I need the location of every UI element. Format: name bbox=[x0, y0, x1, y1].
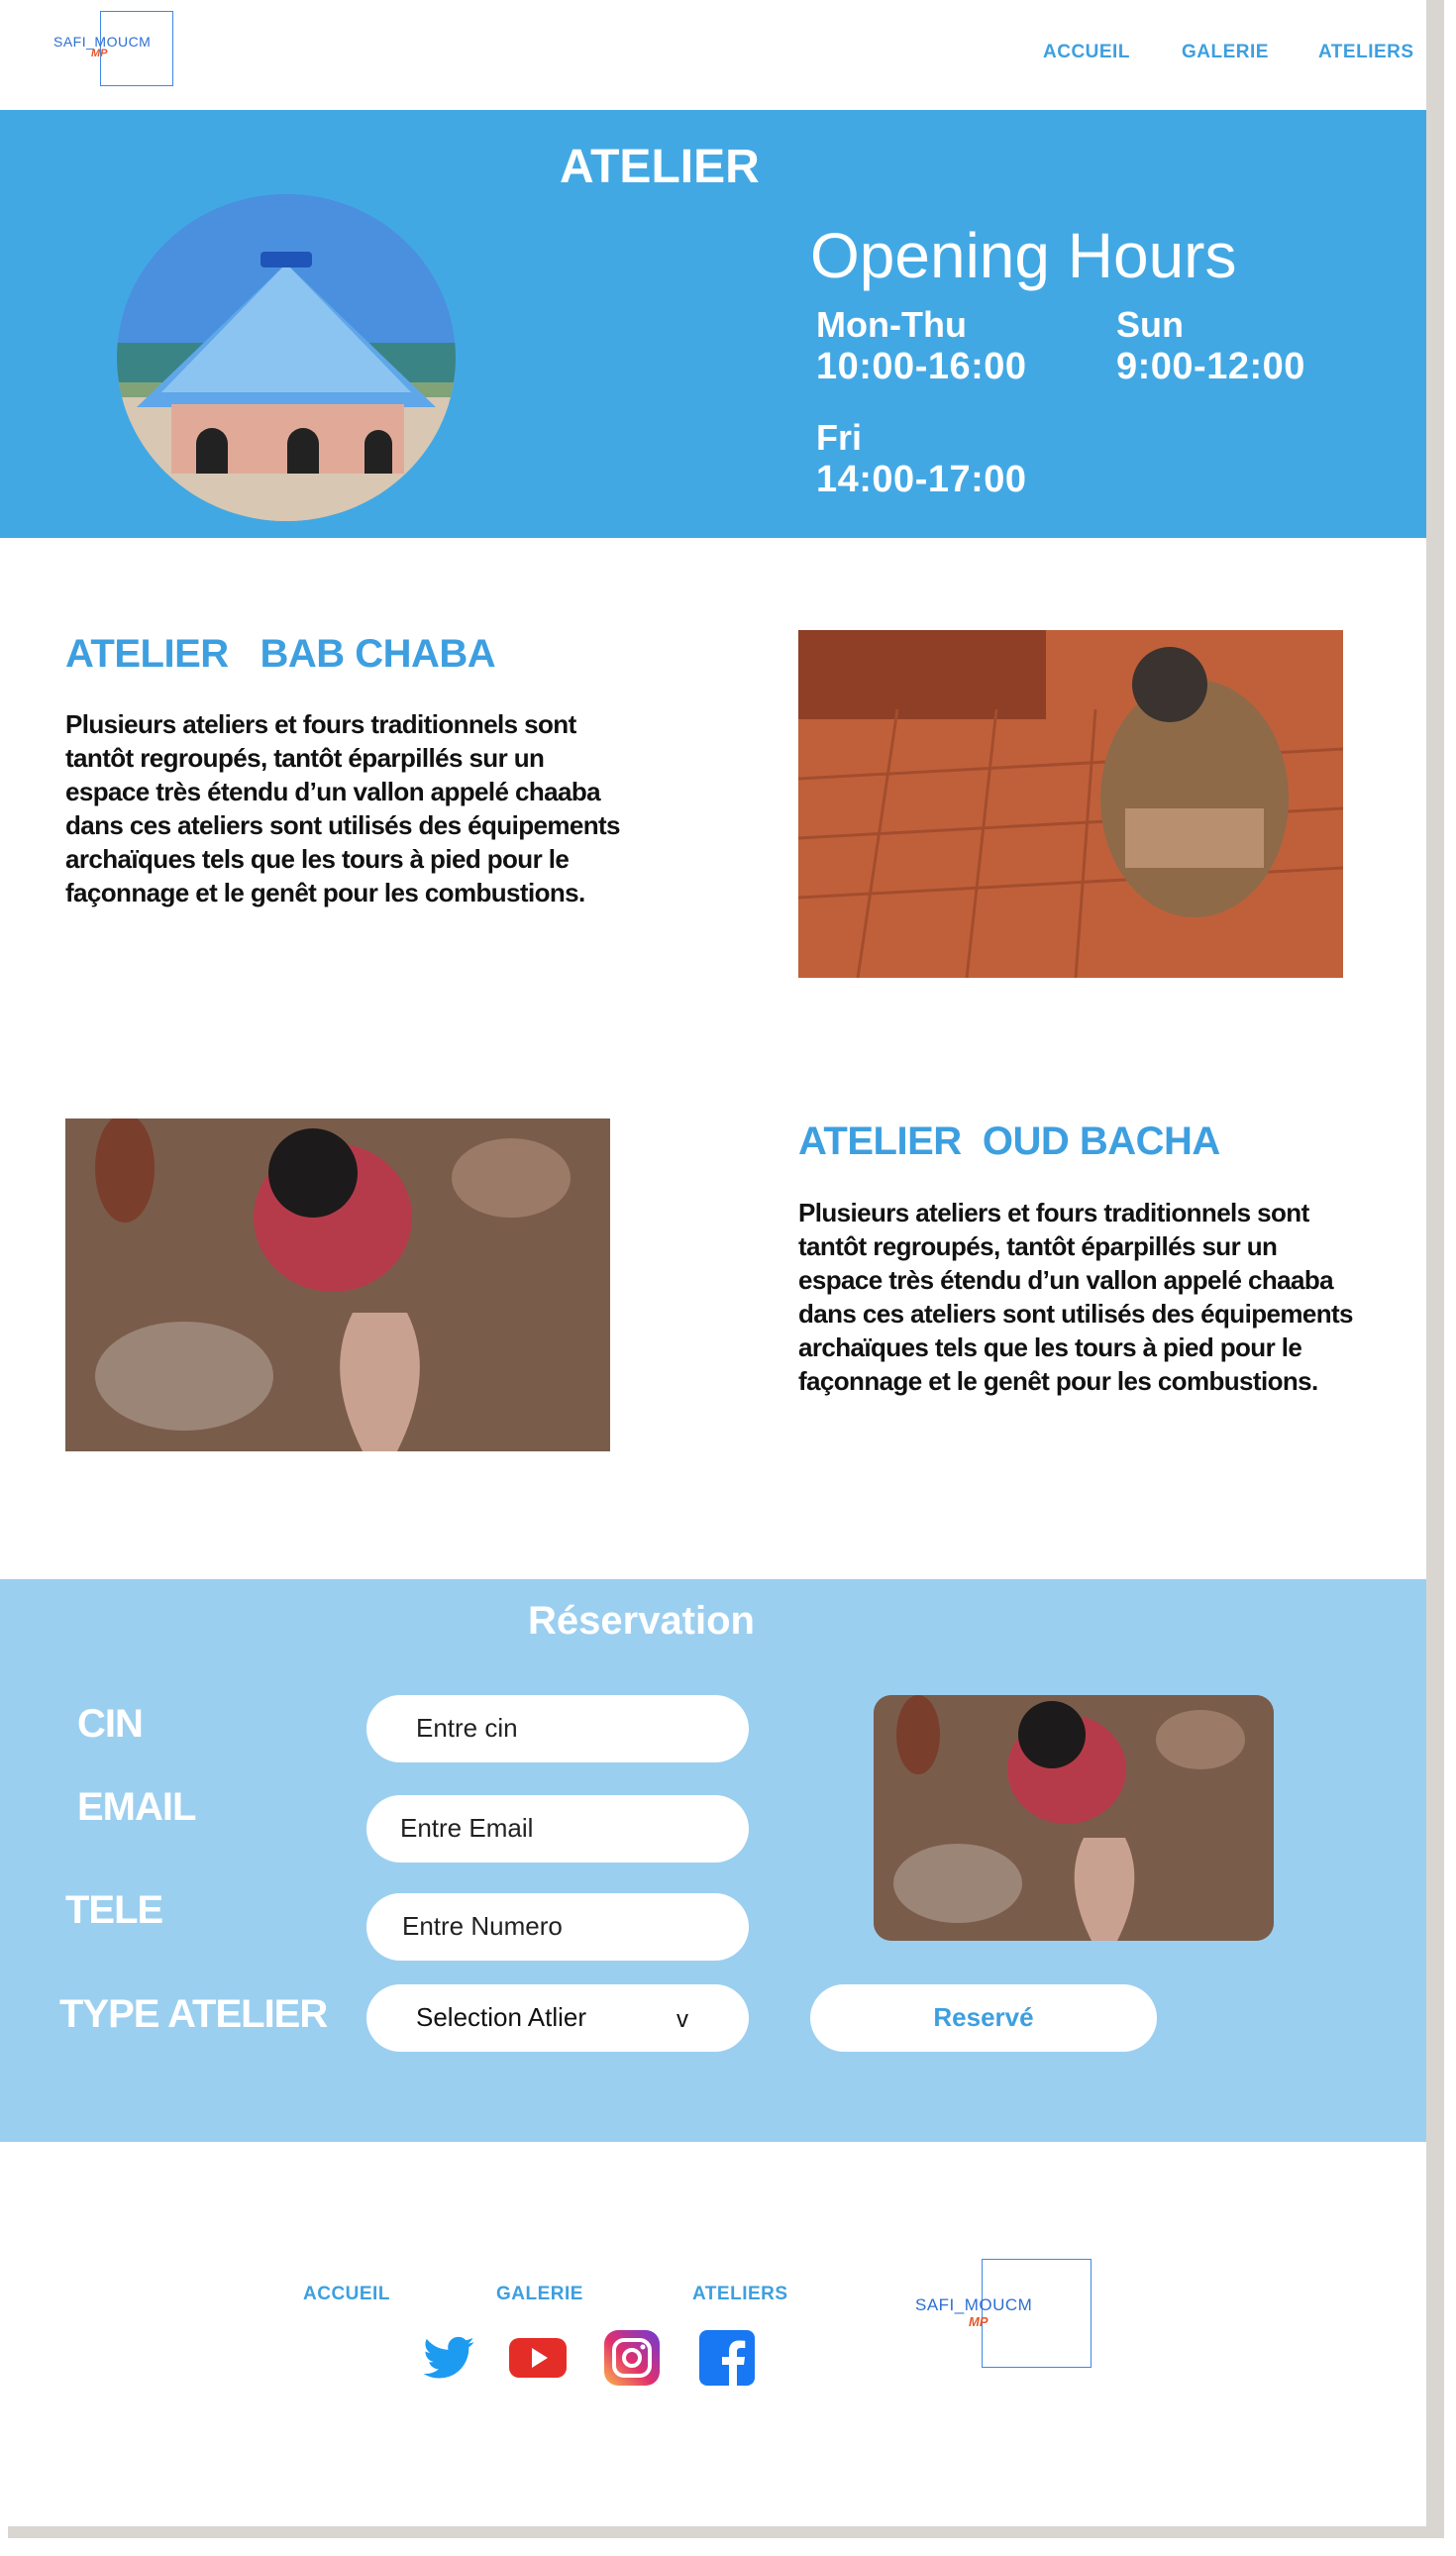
footer-nav-ateliers[interactable]: ATELIERS bbox=[692, 2284, 788, 2305]
label-tele: TELE bbox=[65, 1888, 163, 1932]
hours-time-sun: 9:00-12:00 bbox=[1116, 346, 1305, 387]
reservation-potter-photo bbox=[874, 1695, 1274, 1941]
label-cin: CIN bbox=[77, 1702, 144, 1746]
hours-day-fri: Fri bbox=[816, 417, 863, 458]
facebook-icon[interactable] bbox=[699, 2330, 755, 2386]
footer-logo-subtext: MP bbox=[969, 2314, 988, 2329]
email-field[interactable]: Entre Email bbox=[366, 1795, 749, 1863]
cin-placeholder: Entre cin bbox=[416, 1713, 518, 1743]
atelier-description: Plusieurs ateliers et fours traditionnel… bbox=[65, 709, 621, 907]
instagram-icon[interactable] bbox=[604, 2330, 660, 2386]
nav-ateliers[interactable]: ATELIERS bbox=[1318, 42, 1414, 63]
atelier-title: ATELIER OUD BACHA bbox=[798, 1119, 1220, 1163]
brickmaker-photo bbox=[798, 630, 1343, 978]
nav-accueil[interactable]: ACCUEIL bbox=[1043, 42, 1130, 63]
footer-nav-accueil[interactable]: ACCUEIL bbox=[303, 2284, 390, 2305]
reservation-title: Réservation bbox=[528, 1599, 755, 1643]
brickmaker-illustration bbox=[798, 630, 1343, 978]
reserve-button[interactable]: Reservé bbox=[810, 1984, 1157, 2052]
hours-time-fri: 14:00-17:00 bbox=[816, 459, 1027, 500]
twitter-icon[interactable] bbox=[421, 2330, 476, 2386]
hours-day-sun: Sun bbox=[1116, 304, 1184, 345]
phone-field[interactable]: Entre Numero bbox=[366, 1893, 749, 1961]
label-email: EMAIL bbox=[77, 1785, 196, 1829]
cin-field[interactable]: Entre cin bbox=[366, 1695, 749, 1762]
hero-banner: ATELIER Opening Hours Mon-Thu 10:00-16:0… bbox=[0, 110, 1426, 538]
reservation-section: Réservation CIN EMAIL TELE TYPE ATELIER … bbox=[0, 1579, 1426, 2142]
chevron-down-icon: v bbox=[676, 2006, 688, 2033]
nav-galerie[interactable]: GALERIE bbox=[1182, 42, 1269, 63]
footer-logo-text: SAFI_MOUCM bbox=[915, 2295, 1033, 2314]
page: SAFI_MOUCM MP ACCUEIL GALERIE ATELIERS A… bbox=[0, 0, 1426, 2526]
hours-day-mon-thu: Mon-Thu bbox=[816, 304, 967, 345]
footer-nav-galerie[interactable]: GALERIE bbox=[496, 2284, 583, 2305]
label-type-atelier: TYPE ATELIER bbox=[59, 1992, 328, 2036]
opening-hours-title: Opening Hours bbox=[810, 220, 1237, 291]
potter-illustration bbox=[65, 1118, 610, 1451]
potter-illustration bbox=[874, 1695, 1274, 1941]
atelier-description: Plusieurs ateliers et fours traditionnel… bbox=[798, 1198, 1354, 1396]
page-shadow-right bbox=[1426, 0, 1444, 2534]
building-illustration bbox=[117, 194, 456, 521]
phone-placeholder: Entre Numero bbox=[402, 1911, 563, 1941]
atelier-building-photo bbox=[117, 194, 456, 521]
atelier-select[interactable]: Selection Atlier v bbox=[366, 1984, 749, 2052]
select-value: Selection Atlier bbox=[416, 2002, 586, 2032]
hours-time-mon-thu: 10:00-16:00 bbox=[816, 346, 1027, 387]
reserve-button-label: Reservé bbox=[933, 2002, 1034, 2032]
youtube-icon[interactable] bbox=[509, 2336, 567, 2380]
hero-title: ATELIER bbox=[560, 141, 760, 193]
page-shadow-bottom bbox=[8, 2526, 1444, 2538]
atelier-title: ATELIER BAB CHABA bbox=[65, 632, 496, 676]
email-placeholder: Entre Email bbox=[400, 1813, 534, 1843]
potter-photo bbox=[65, 1118, 610, 1451]
logo-subtext: MP bbox=[91, 48, 108, 59]
